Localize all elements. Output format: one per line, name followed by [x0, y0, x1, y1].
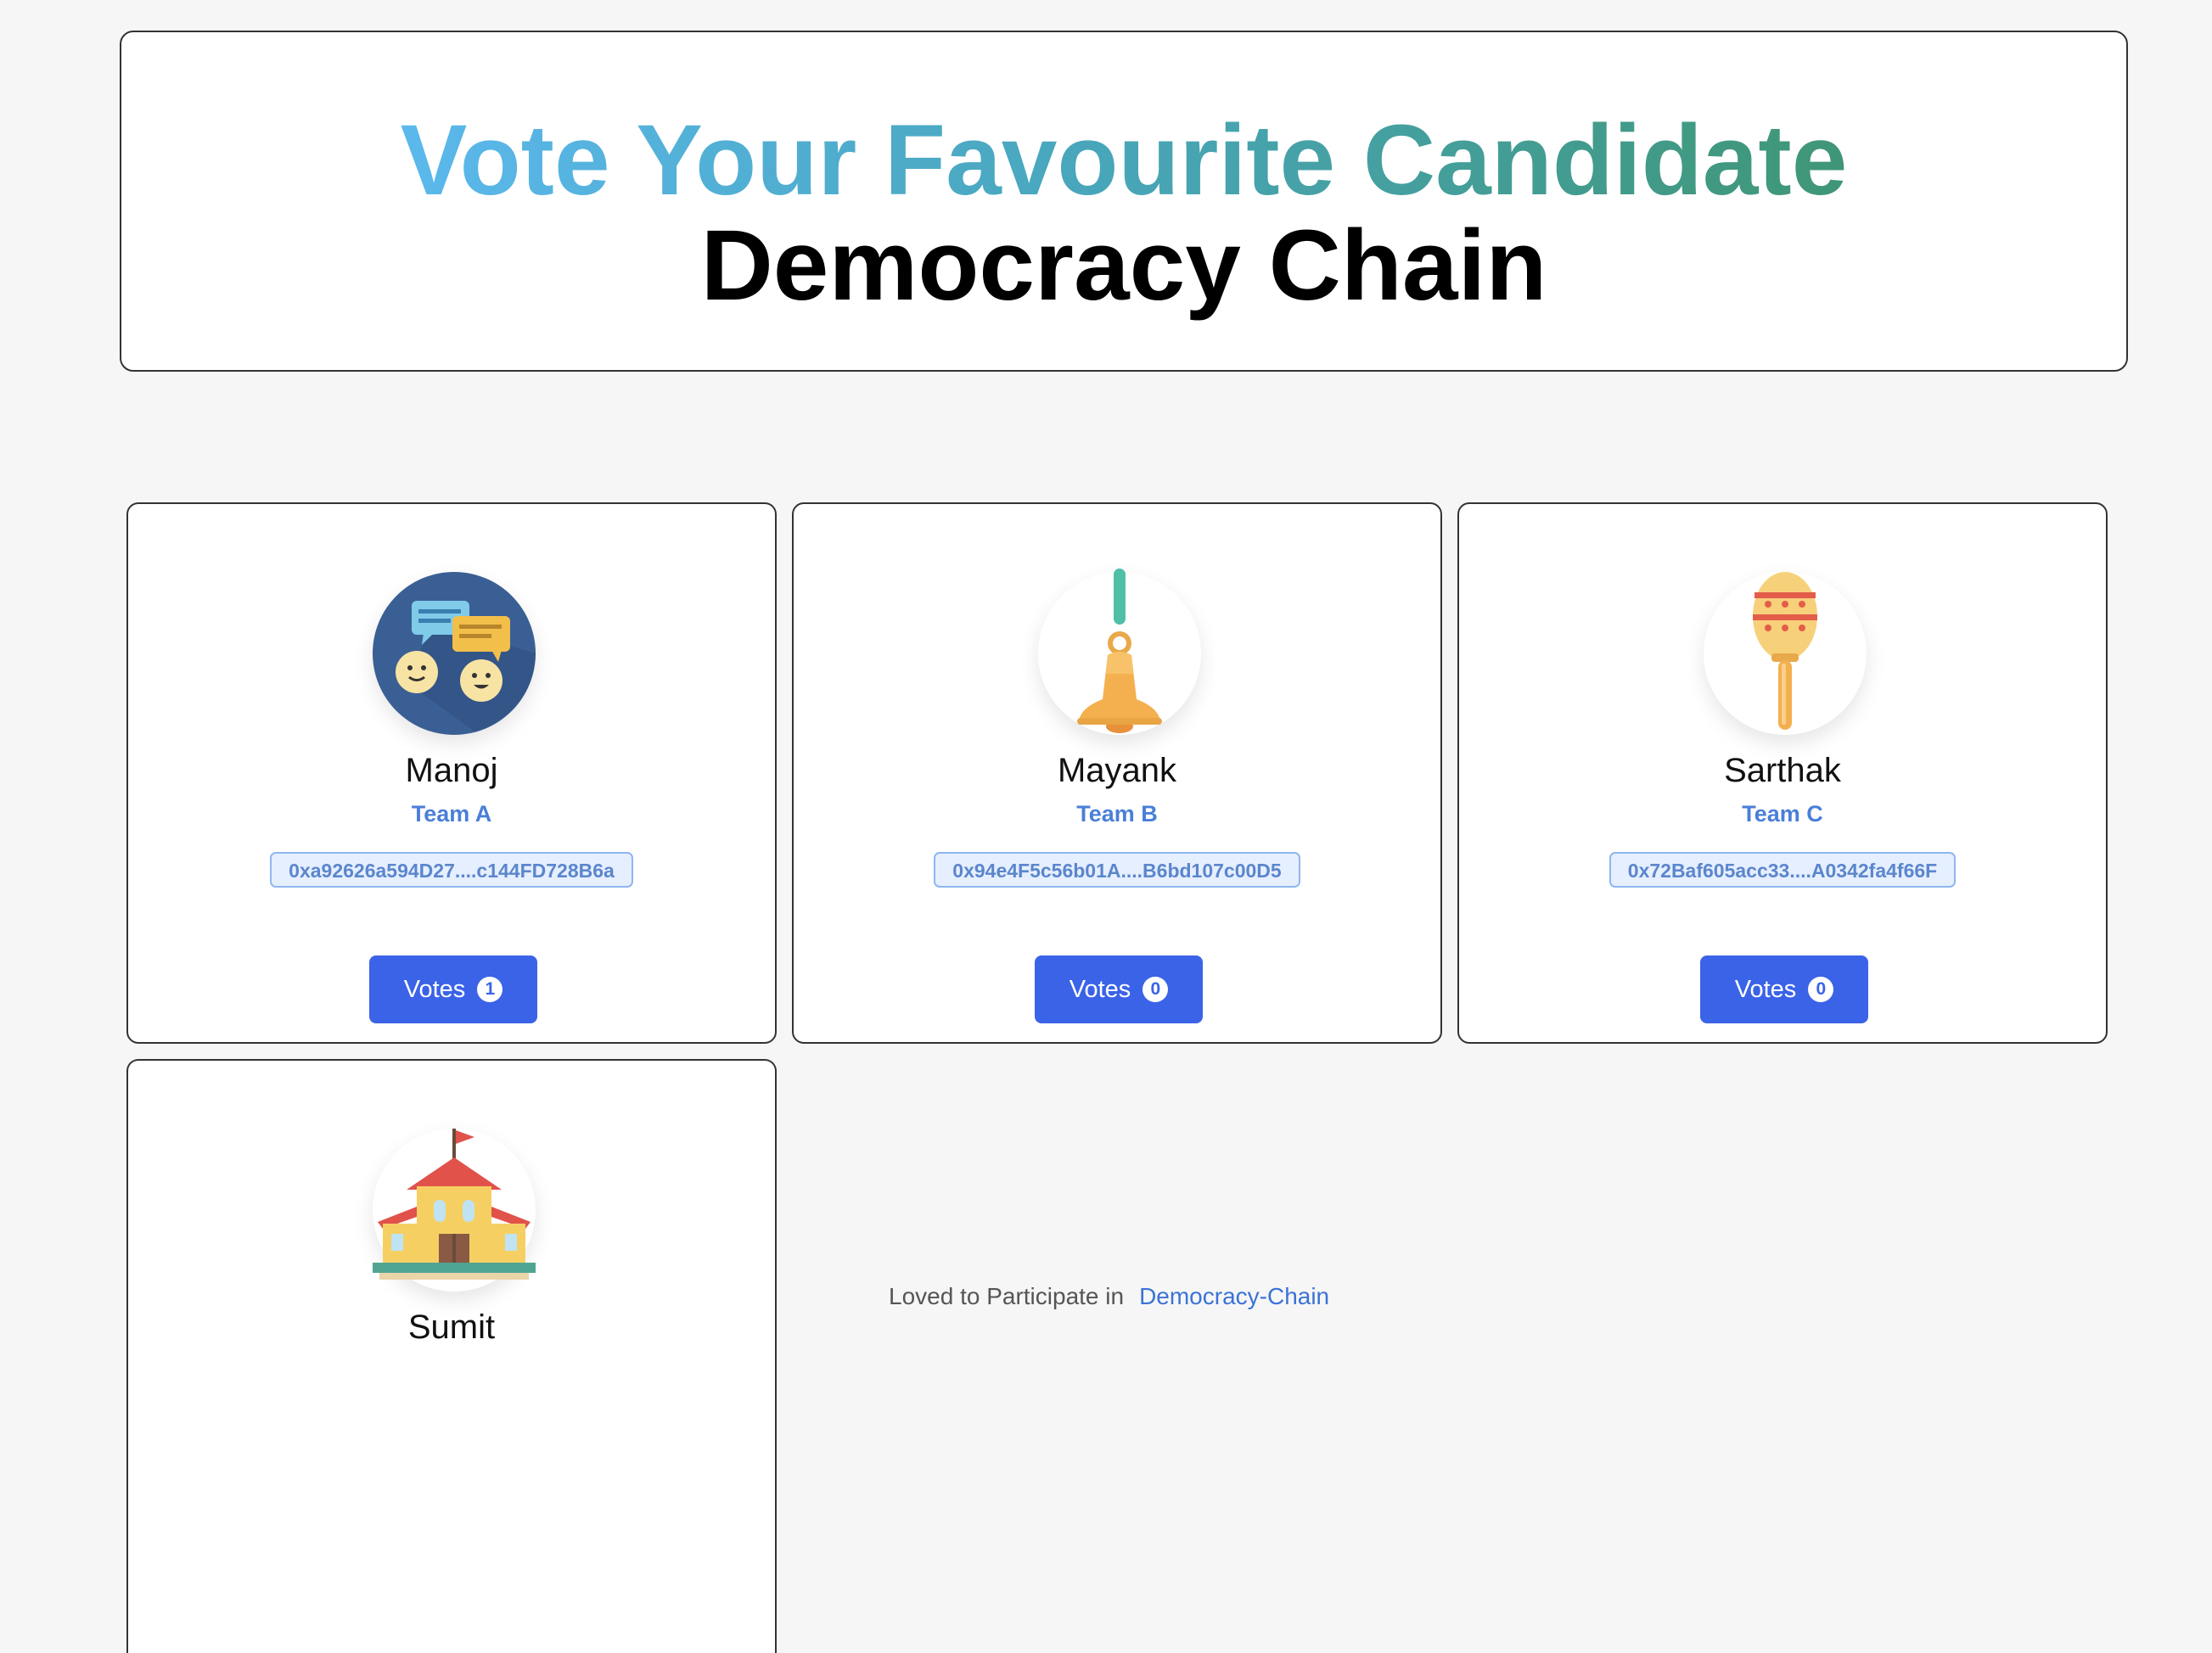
school-building-icon — [373, 1129, 536, 1280]
bell-icon — [1077, 569, 1162, 733]
candidate-team: Team A — [411, 801, 492, 826]
candidate-team: Team B — [1076, 801, 1158, 826]
vote-count-badge: 0 — [1808, 977, 1834, 1002]
vote-button-label: Votes — [1734, 975, 1797, 1003]
page-title: Vote Your Favourite Candidate — [400, 104, 1848, 216]
candidate-avatar — [1038, 569, 1201, 735]
candidate-card: Sumit — [126, 1059, 777, 1653]
chat-people-icon — [373, 572, 536, 735]
candidate-avatar — [1704, 572, 1867, 735]
wallet-address-badge: 0xa92626a594D27....c144FD728B6a — [270, 852, 633, 888]
candidate-name: Mayank — [1057, 752, 1177, 789]
app-name: Democracy Chain — [700, 210, 1547, 322]
candidate-card: Sarthak Team C 0x72Baf605acc33....A0342f… — [1457, 502, 2108, 1044]
wallet-address-badge: 0x72Baf605acc33....A0342fa4f66F — [1608, 852, 1957, 888]
vote-button[interactable]: Votes 0 — [1700, 955, 1868, 1023]
vote-button-label: Votes — [403, 975, 466, 1003]
footer-text: Loved to Participate in — [889, 1283, 1125, 1309]
vote-count-badge: 1 — [477, 977, 503, 1002]
footer: Loved to Participate in Democracy-Chain — [889, 1283, 1329, 1310]
maraca-icon — [1753, 572, 1817, 730]
candidate-avatar — [373, 572, 536, 735]
wallet-address-badge: 0x94e4F5c56b01A....B6bd107c00D5 — [934, 852, 1300, 888]
header-card: Vote Your Favourite Candidate Democracy … — [120, 31, 2128, 372]
vote-button[interactable]: Votes 0 — [1035, 955, 1203, 1023]
vote-count-badge: 0 — [1142, 977, 1169, 1002]
candidate-name: Sarthak — [1724, 752, 1841, 789]
candidate-team: Team C — [1742, 801, 1823, 826]
candidate-avatar — [373, 1129, 536, 1292]
candidate-name: Sumit — [407, 1308, 496, 1346]
vote-button[interactable]: Votes 1 — [369, 955, 537, 1023]
vote-button-label: Votes — [1069, 975, 1131, 1003]
candidate-name: Manoj — [405, 752, 498, 789]
candidate-card: Manoj Team A 0xa92626a594D27....c144FD72… — [126, 502, 777, 1044]
footer-link[interactable]: Democracy-Chain — [1139, 1283, 1329, 1309]
candidate-card: Mayank Team B 0x94e4F5c56b01A....B6bd107… — [792, 502, 1442, 1044]
